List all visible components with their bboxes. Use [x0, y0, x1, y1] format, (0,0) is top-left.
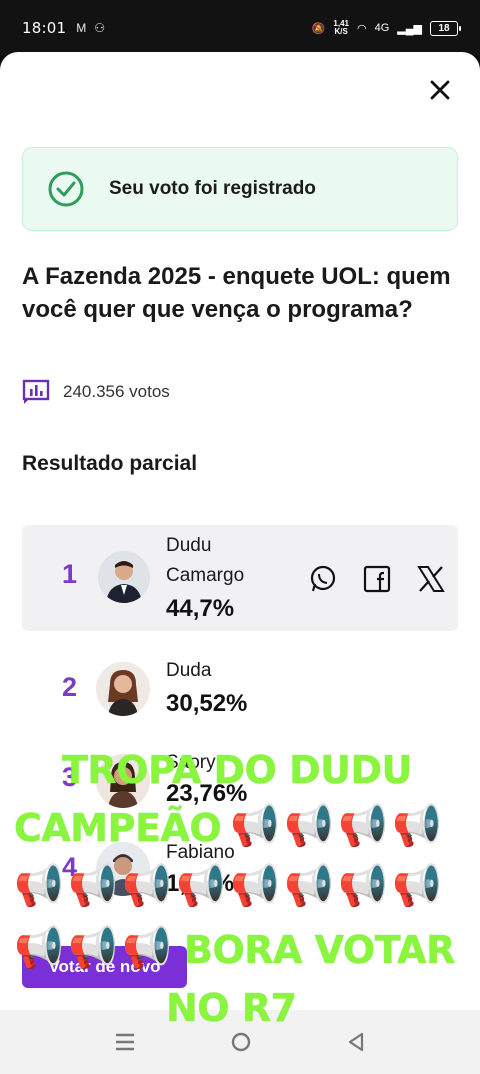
rank: 4	[62, 852, 78, 882]
vote-again-button[interactable]: Votar de novo	[22, 946, 187, 988]
signal-icon: ▂▄▆	[397, 22, 422, 35]
avatar	[96, 754, 150, 808]
candidate-pct: 23,76%	[166, 780, 248, 807]
avatar	[96, 662, 150, 716]
vote-count-text: 240.356 votos	[63, 382, 170, 401]
app-icon: ⚇	[94, 21, 105, 35]
avatar	[96, 842, 150, 896]
candidate-name: Dudu Camargo	[166, 535, 245, 586]
poll-icon	[22, 379, 50, 404]
home-icon[interactable]	[230, 1031, 252, 1053]
menu-icon[interactable]	[114, 1032, 136, 1052]
x-icon[interactable]	[416, 564, 446, 594]
rank: 2	[62, 672, 78, 702]
mute-icon: 🔕	[311, 22, 326, 35]
check-circle-icon	[48, 171, 84, 207]
gmail-icon: M	[76, 21, 87, 35]
battery-icon: 18	[430, 20, 461, 36]
candidate-pct: 44,7%	[166, 595, 235, 622]
result-row[interactable]: 2 Duda 30,52%	[22, 642, 458, 732]
candidate-pct: 30,52%	[166, 690, 248, 717]
avatar	[98, 551, 150, 603]
vote-registered-banner: Seu voto foi registrado	[22, 147, 458, 231]
facebook-icon[interactable]	[362, 564, 392, 594]
wifi-icon: ◠	[356, 22, 367, 35]
back-icon[interactable]	[346, 1031, 366, 1053]
candidate-name: Duda	[166, 660, 212, 681]
share-buttons	[308, 564, 446, 594]
toast-text: Seu voto foi registrado	[109, 178, 316, 199]
result-title: Resultado parcial	[22, 452, 198, 475]
result-row[interactable]: 4 Fabiano 1,04%	[22, 824, 458, 914]
system-nav-bar	[0, 1010, 480, 1074]
vote-count: 240.356 votos	[22, 379, 170, 405]
result-row[interactable]: 3 Saory 23,76%	[22, 732, 458, 824]
whatsapp-icon[interactable]	[308, 564, 338, 594]
network-speed: 1,41 K/S	[333, 19, 349, 36]
battery-level: 18	[438, 22, 450, 34]
rank: 3	[62, 762, 78, 792]
candidate-name: Fabiano	[166, 842, 235, 863]
close-icon[interactable]	[428, 78, 452, 102]
clock: 18:01	[22, 19, 67, 37]
status-bar: 18:01 M ⚇ 🔕 1,41 K/S ◠ 4G ▂▄▆ 18	[0, 0, 480, 56]
poll-question: A Fazenda 2025 - enquete UOL: quem você …	[22, 263, 451, 323]
network-label: 4G	[374, 22, 390, 34]
result-row[interactable]: 1 Dudu Camargo 44,7%	[22, 525, 458, 631]
poll-sheet: Seu voto foi registrado A Fazenda 2025 -…	[0, 52, 480, 1010]
candidate-pct: 1,04%	[166, 870, 235, 897]
rank: 1	[62, 559, 78, 589]
candidate-name: Saory	[166, 752, 216, 773]
